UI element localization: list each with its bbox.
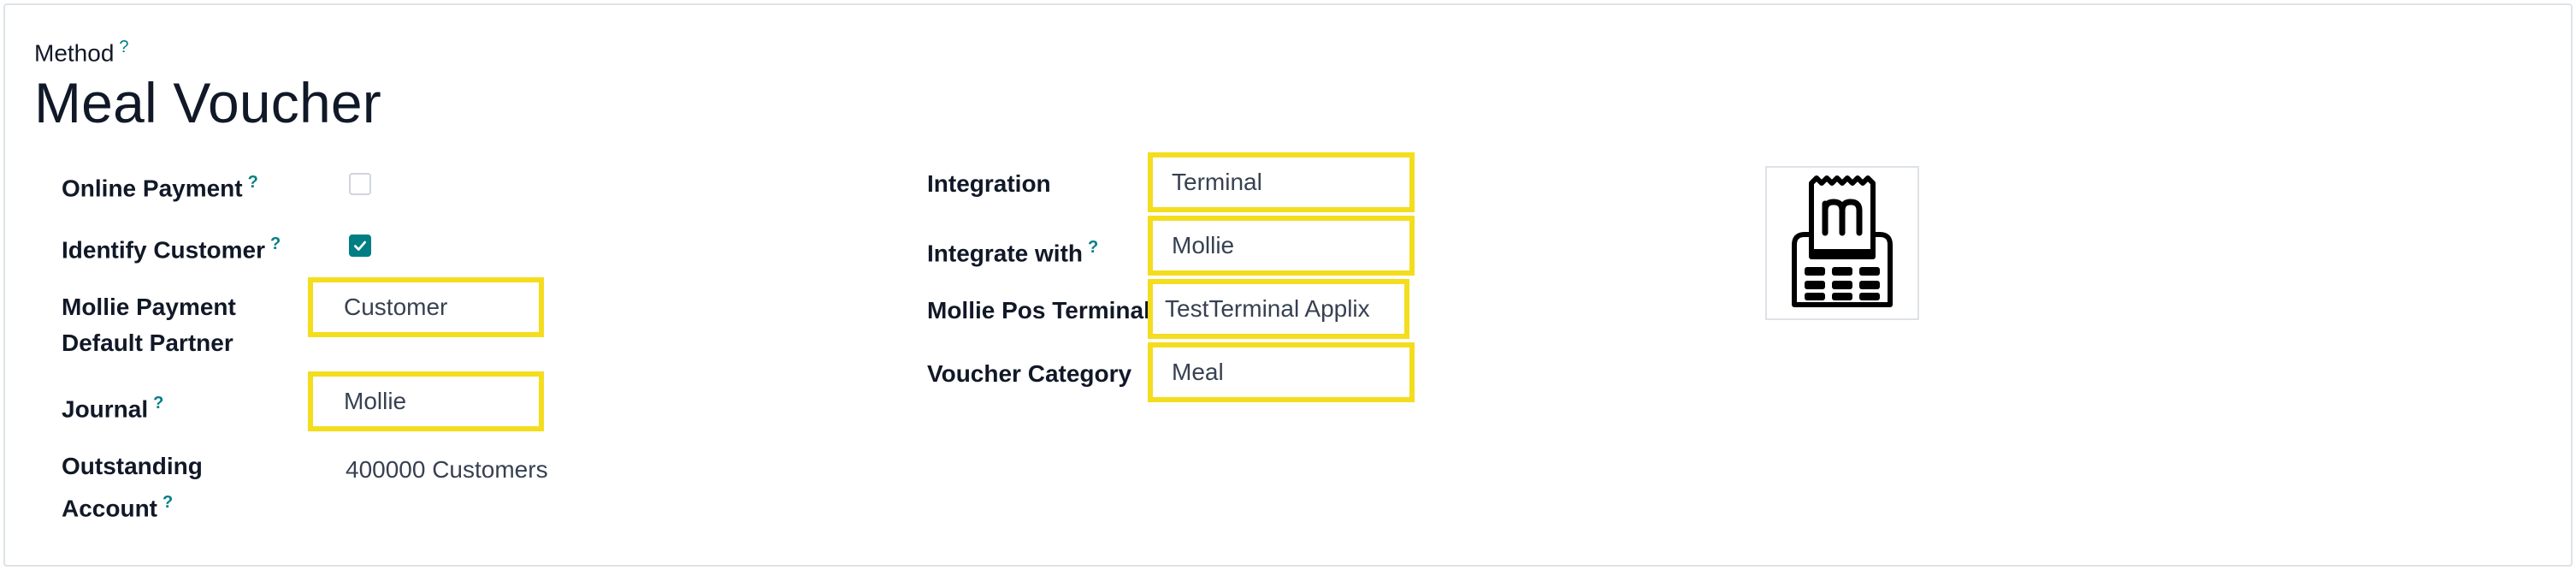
online-payment-help-icon[interactable]: ? xyxy=(248,173,258,192)
integrate-with-field[interactable]: Mollie xyxy=(1148,216,1415,276)
integrate-with-label: Integrate with? xyxy=(927,229,1098,271)
online-payment-checkbox[interactable] xyxy=(349,173,371,195)
outstanding-account-label: Outstanding Account? xyxy=(62,448,203,526)
method-label-text: Method xyxy=(34,39,115,67)
form-sheet: Method? Meal Voucher Online Payment? Ide… xyxy=(3,3,2573,567)
checkmark-icon xyxy=(354,240,366,251)
integration-label: Integration xyxy=(927,170,1051,197)
integrate-with-help-icon[interactable]: ? xyxy=(1088,238,1098,257)
mollie-default-partner-label-line1: Mollie Payment xyxy=(62,294,236,320)
outstanding-account-label-line2: Account xyxy=(62,495,157,522)
outstanding-account-label-line1: Outstanding xyxy=(62,453,203,479)
integrate-with-label-text: Integrate with xyxy=(927,240,1084,267)
integrate-with-value: Mollie xyxy=(1172,232,1235,258)
journal-label: Journal? xyxy=(62,385,163,427)
pos-terminal-field[interactable]: TestTerminal Applix xyxy=(1148,279,1409,339)
journal-field[interactable]: Mollie xyxy=(308,371,544,431)
page-title: Meal Voucher xyxy=(34,71,381,134)
identify-customer-checkbox[interactable] xyxy=(349,235,371,257)
mollie-default-partner-label: Mollie Payment Default Partner xyxy=(62,289,236,361)
payment-method-image[interactable] xyxy=(1765,166,1919,320)
mollie-pos-terminal-icon xyxy=(1792,175,1893,307)
journal-value: Mollie xyxy=(344,388,407,414)
mollie-default-partner-field[interactable]: Customer xyxy=(308,277,544,337)
identify-customer-label: Identify Customer? xyxy=(62,226,281,268)
online-payment-label: Online Payment? xyxy=(62,164,258,206)
method-help-icon[interactable]: ? xyxy=(119,38,128,56)
voucher-category-field[interactable]: Meal xyxy=(1148,342,1415,402)
voucher-category-label: Voucher Category xyxy=(927,360,1132,387)
journal-label-text: Journal xyxy=(62,395,149,423)
journal-help-icon[interactable]: ? xyxy=(153,394,163,413)
integration-value: Terminal xyxy=(1172,169,1262,195)
identify-customer-help-icon[interactable]: ? xyxy=(270,235,281,253)
mollie-default-partner-value: Customer xyxy=(344,294,448,320)
mollie-default-partner-label-line2: Default Partner xyxy=(62,330,233,356)
outstanding-account-value[interactable]: 400000 Customers xyxy=(346,452,548,488)
outstanding-account-help-icon[interactable]: ? xyxy=(162,493,173,512)
integration-field[interactable]: Terminal xyxy=(1148,152,1415,212)
voucher-category-value: Meal xyxy=(1172,359,1224,385)
identify-customer-label-text: Identify Customer xyxy=(62,236,266,264)
method-label: Method? xyxy=(34,38,129,67)
online-payment-label-text: Online Payment xyxy=(62,175,243,202)
pos-terminal-value: TestTerminal Applix xyxy=(1165,295,1370,322)
pos-terminal-label: Mollie Pos Terminal xyxy=(927,297,1150,324)
